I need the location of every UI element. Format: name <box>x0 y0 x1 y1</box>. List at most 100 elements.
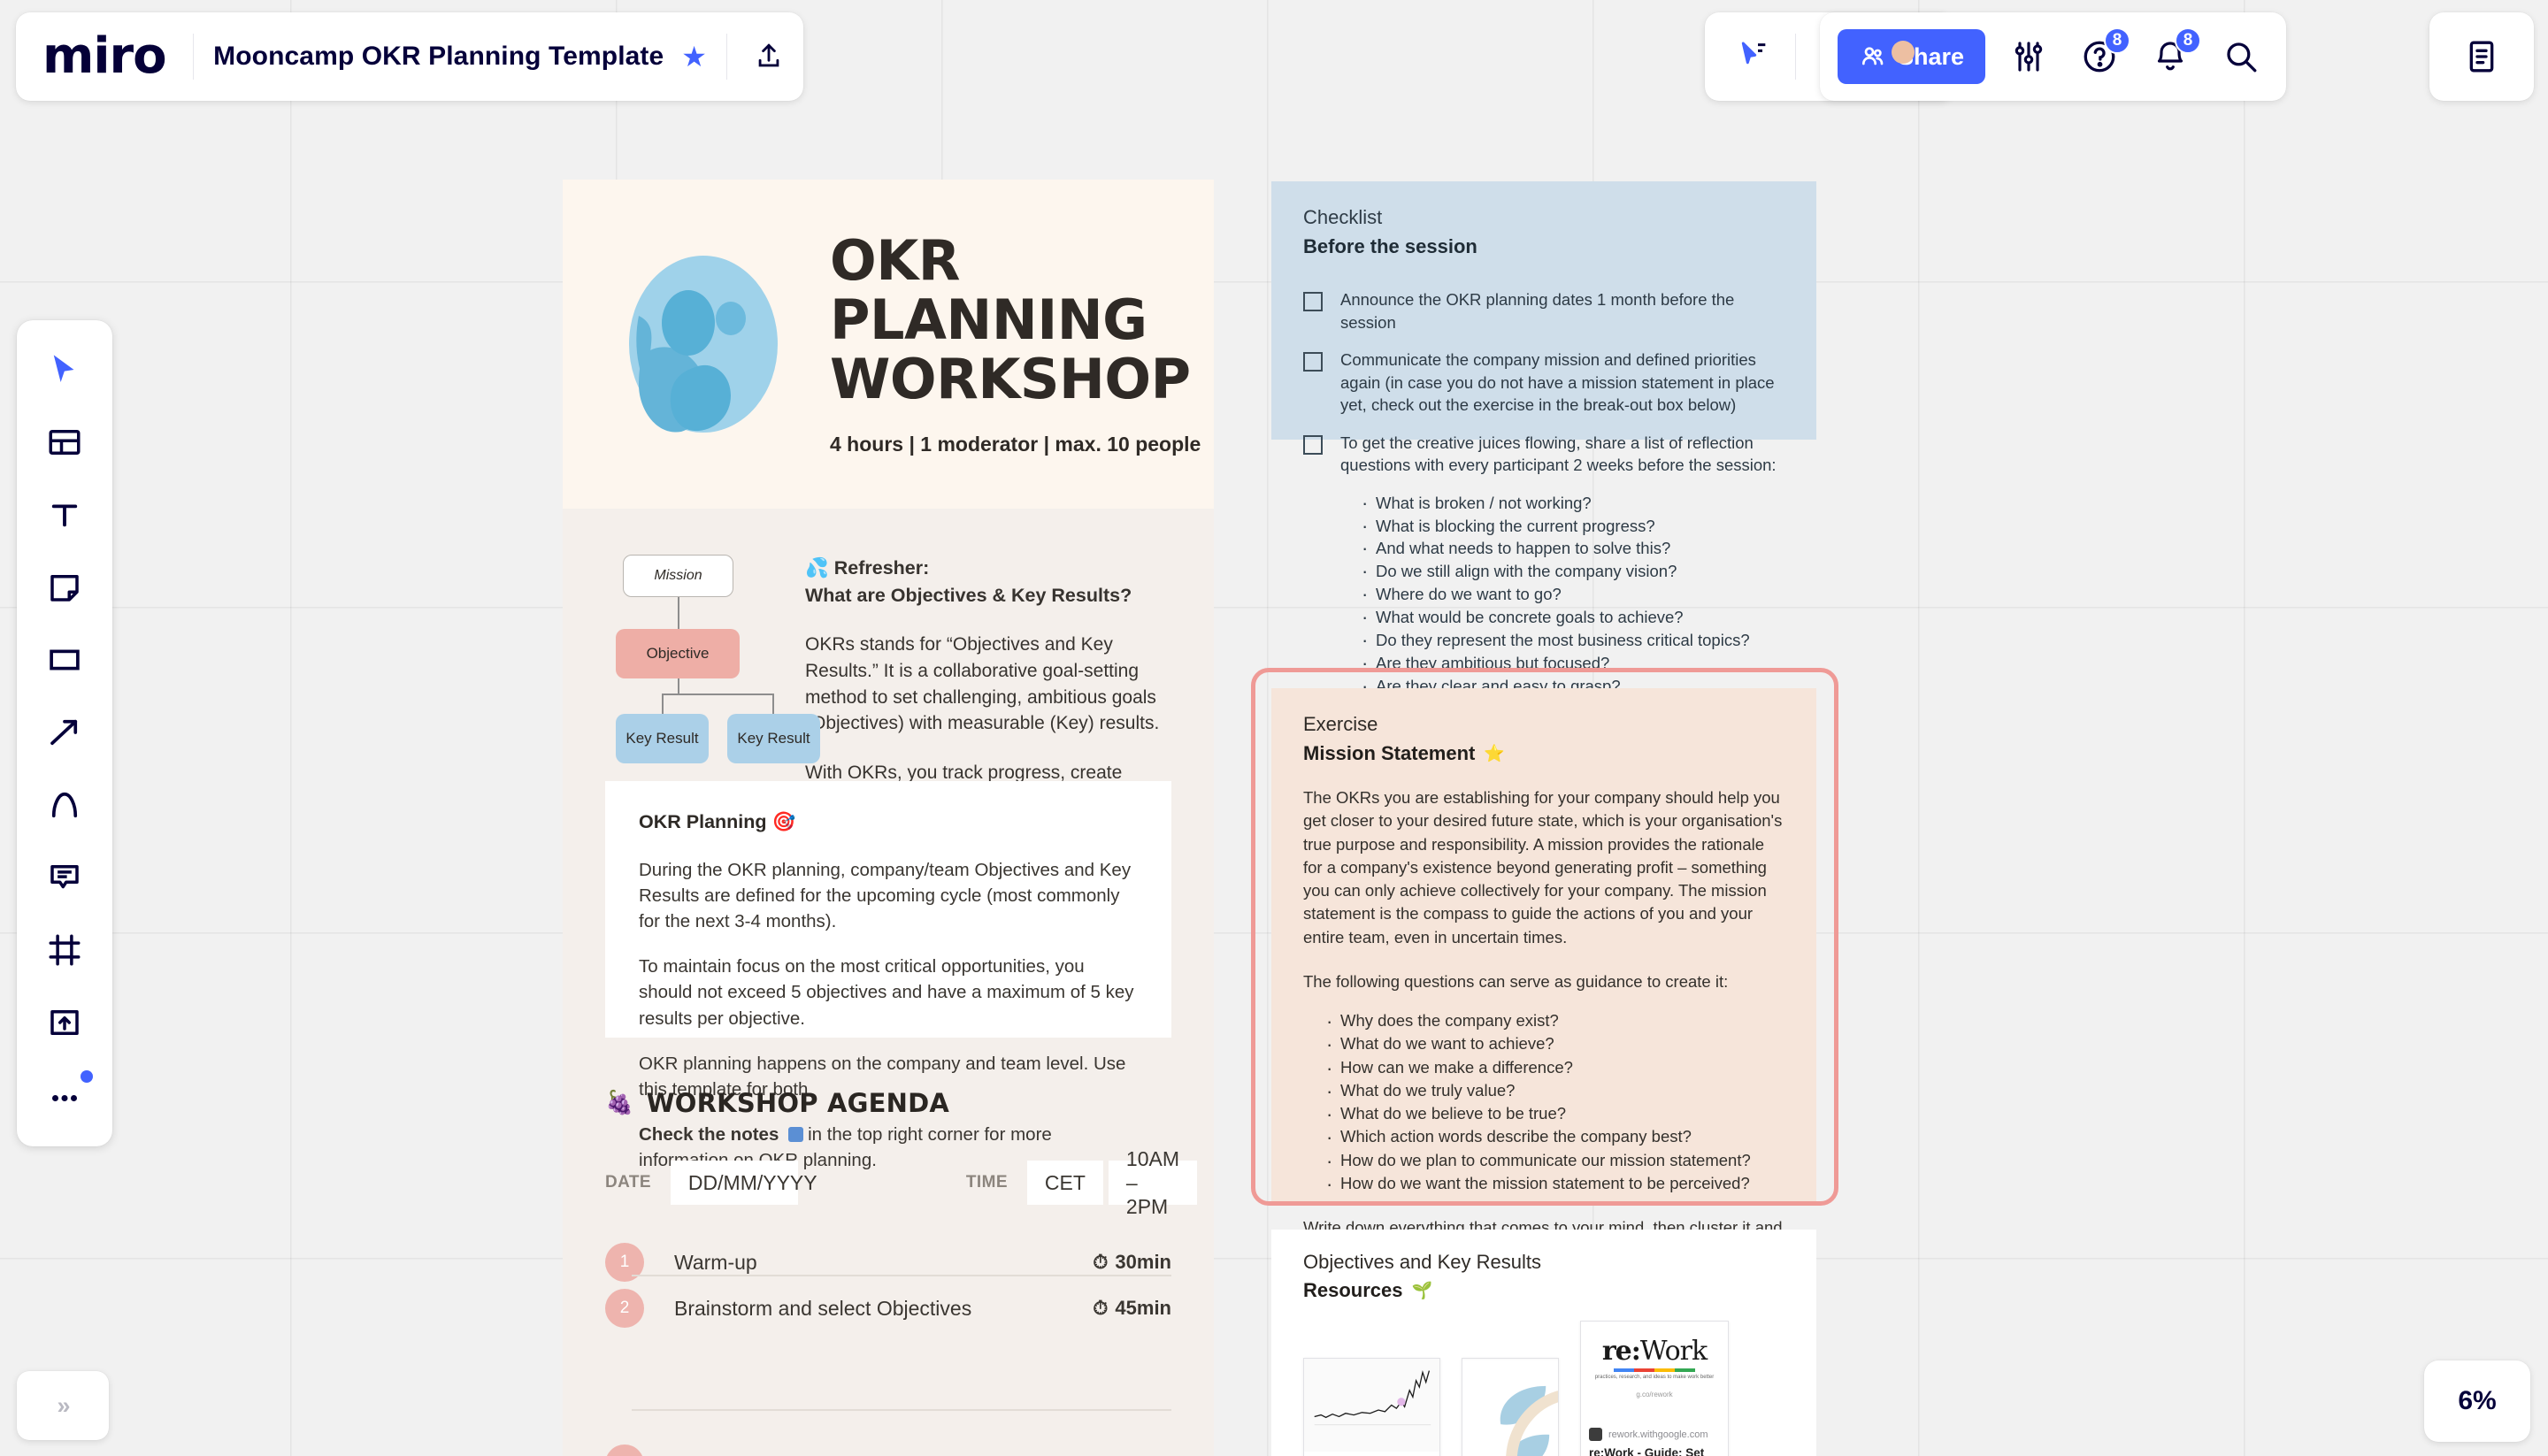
rework-logo-block: re:Work practices, research, and ideas t… <box>1581 1322 1728 1421</box>
rework-logo-rest: Work <box>1639 1336 1708 1367</box>
notes-panel-icon[interactable] <box>2454 29 2509 84</box>
checklist-item[interactable]: Communicate the company mission and defi… <box>1303 349 1784 417</box>
checklist-questions: What is broken / not working? What is bl… <box>1358 490 1784 701</box>
cursor-follow-icon[interactable] <box>1726 29 1781 84</box>
seedling-icon: 🌱 <box>1411 1282 1433 1300</box>
arrow-icon <box>50 719 78 746</box>
check-notes-bold: Check the notes <box>639 1123 779 1145</box>
node-objective[interactable]: Objective <box>616 629 740 678</box>
sidebar-item-text-tool[interactable] <box>29 479 100 550</box>
hero-title-line1: OKR <box>830 228 961 294</box>
notes-link-icon <box>788 1126 804 1142</box>
checkbox[interactable] <box>1303 292 1323 311</box>
checklist-item[interactable]: To get the creative juices flowing, shar… <box>1303 432 1784 477</box>
board-title[interactable]: Mooncamp OKR Planning Template <box>213 42 664 72</box>
checklist-question: Do they represent the most business crit… <box>1358 627 1784 655</box>
hero-card[interactable]: OKR PLANNING WORKSHOP 4 hours | 1 modera… <box>563 180 1214 509</box>
checklist-card[interactable]: Checklist Before the session Announce th… <box>1271 181 1816 700</box>
resource-card-list: mooncamp.com OKR: Objectives and Key Res… <box>1303 1321 1729 1456</box>
checkbox[interactable] <box>1303 434 1323 455</box>
board-canvas[interactable]: OKR PLANNING WORKSHOP 4 hours | 1 modera… <box>0 0 2548 1456</box>
agenda-label: Warm-up <box>674 1250 757 1274</box>
checkbox[interactable] <box>1303 352 1323 372</box>
connector-kr2 <box>772 694 774 715</box>
timezone-input[interactable]: CET <box>1026 1161 1103 1205</box>
agenda-row-2[interactable]: 2 Brainstorm and select Objectives ⏱ 45mi… <box>605 1273 1171 1344</box>
checklist-question: What is broken / not working? <box>1358 490 1784 517</box>
star-icon[interactable]: ★ <box>681 42 707 71</box>
selection-outline[interactable] <box>1251 668 1838 1206</box>
seedling-illustration <box>1462 1360 1558 1456</box>
agenda-label: Brainstorm and select Objectives <box>674 1296 972 1320</box>
checklist-question: Do we still align with the company visio… <box>1358 558 1784 586</box>
okr-planning-heading: OKR Planning 🎯 <box>639 811 796 832</box>
sidebar-item-frame-tool[interactable] <box>29 915 100 985</box>
resource-thumbnail <box>1304 1359 1439 1452</box>
divider <box>725 34 728 80</box>
connector-objective-down <box>678 678 679 694</box>
sticky-note-icon <box>50 575 79 602</box>
connector-mission-objective <box>678 597 679 629</box>
time-range-input[interactable]: 10AM – 2PM <box>1108 1147 1198 1218</box>
sidebar-item-sticky-note-tool[interactable] <box>29 552 100 623</box>
node-key-result-2[interactable]: Key Result <box>727 714 820 763</box>
resource-card-okr-examples[interactable]: mooncamp.com OKR Examples Objective: Imp… <box>1462 1358 1559 1456</box>
sidebar-item-select-tool[interactable] <box>29 334 100 405</box>
rectangle-icon <box>50 649 80 671</box>
refresher-heading-line2: What are Objectives & Key Results? <box>805 584 1132 606</box>
agenda-duration-text: 30min <box>1115 1251 1171 1273</box>
checklist-question: Where do we want to go? <box>1358 581 1784 609</box>
sliders-icon[interactable] <box>2001 29 2056 84</box>
okr-planning-card[interactable]: OKR Planning 🎯 During the OKR planning, … <box>605 781 1171 1170</box>
agenda-duration-text: 45min <box>1115 1297 1171 1319</box>
rework-color-bar <box>1614 1368 1695 1372</box>
resources-card[interactable]: Objectives and Key Results Resources 🌱 r… <box>1271 1230 1816 1456</box>
date-label: DATE <box>605 1173 651 1192</box>
agenda-row-3[interactable] <box>605 1429 1171 1456</box>
node-key-result-1[interactable]: Key Result <box>616 714 709 763</box>
agenda-datetime-row: DATE DD/MM/YYYY TIME CET 10AM – 2PM <box>605 1147 1198 1218</box>
checklist-question: What is blocking the current progress? <box>1358 513 1784 540</box>
time-label: TIME <box>965 1173 1008 1192</box>
zoom-level-indicator[interactable]: 6% <box>2424 1360 2530 1442</box>
search-icon[interactable] <box>2214 29 2268 84</box>
resource-meta: rework.withgoogle.com <box>1581 1421 1728 1443</box>
miro-logo[interactable]: miro <box>42 32 173 81</box>
grapes-icon: 🍇 <box>605 1090 634 1116</box>
resource-card-rework[interactable]: re:Work practices, research, and ideas t… <box>1580 1321 1729 1456</box>
agenda-number <box>605 1445 644 1456</box>
frame-icon <box>49 934 81 966</box>
new-indicator-dot <box>81 1070 93 1083</box>
agenda-title-row: 🍇 WORKSHOP AGENDA <box>605 1088 949 1118</box>
divider <box>1794 34 1796 80</box>
date-input[interactable]: DD/MM/YYYY <box>670 1161 817 1205</box>
hero-title: OKR PLANNING WORKSHOP <box>830 228 1201 410</box>
sidebar-item-comment-tool[interactable] <box>29 842 100 913</box>
sidebar-item-more-tools[interactable] <box>29 1060 100 1130</box>
node-mission[interactable]: Mission <box>623 555 733 597</box>
resource-card-mooncamp-guide[interactable]: mooncamp.com OKR: Objectives and Key Res… <box>1303 1358 1440 1456</box>
sidebar-item-connection-line-tool[interactable] <box>29 697 100 768</box>
sidebar-item-pen-tool[interactable] <box>29 770 100 840</box>
people-icon <box>1861 47 1884 65</box>
share-upload-icon[interactable] <box>747 34 791 79</box>
sidebar-item-templates-tool[interactable] <box>29 407 100 478</box>
help-icon[interactable]: 8 <box>2072 27 2130 84</box>
divider <box>192 34 195 80</box>
okr-mascot-logo <box>629 255 778 433</box>
resource-domain: rework.withgoogle.com <box>1608 1429 1708 1440</box>
resource-thumbnail <box>1462 1359 1558 1456</box>
resources-title: Objectives and Key Results <box>1303 1251 1542 1273</box>
timer-icon: ⏱ <box>1093 1297 1109 1319</box>
sidebar-item-shapes-tool[interactable] <box>29 625 100 695</box>
agenda-separator-2 <box>632 1409 1171 1411</box>
okr-hierarchy-diagram: Mission Objective Key Result Key Result <box>605 555 820 763</box>
connector-kr1 <box>662 694 664 715</box>
rework-logo-caption: practices, research, and ideas to make w… <box>1594 1375 1715 1380</box>
body-card[interactable]: Mission Objective Key Result Key Result … <box>563 509 1214 1456</box>
checklist-item[interactable]: Announce the OKR planning dates 1 month … <box>1303 288 1784 333</box>
expand-panel-button[interactable]: » <box>17 1371 109 1440</box>
sidebar-item-upload-tool[interactable] <box>29 987 100 1058</box>
board-header-group: miro Mooncamp OKR Planning Template ★ <box>16 12 804 101</box>
bell-icon[interactable]: 8 <box>2143 27 2201 84</box>
